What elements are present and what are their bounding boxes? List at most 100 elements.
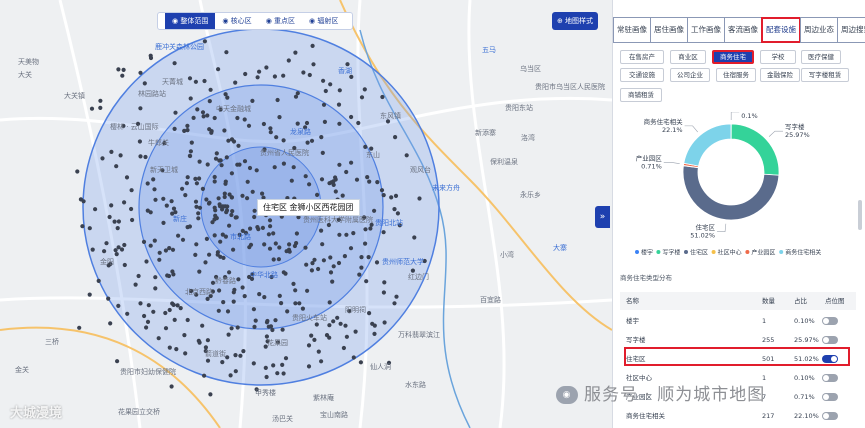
- category-chip[interactable]: 商业区: [670, 50, 706, 64]
- poi-dot: [277, 293, 282, 298]
- donut-slice[interactable]: [682, 165, 780, 221]
- map-place-label: 未来方舟: [432, 184, 460, 192]
- poi-dot: [277, 115, 282, 120]
- poi-dot: [233, 353, 238, 358]
- category-chip[interactable]: 交通设施: [620, 68, 664, 82]
- tab-3[interactable]: 客流画像: [724, 17, 762, 43]
- poi-dot: [287, 242, 292, 247]
- poi-dot: [205, 358, 211, 363]
- map-place-label: 贵州医科大学附属医院: [303, 216, 373, 224]
- map-style-button[interactable]: ⊕ 地图样式: [552, 12, 598, 30]
- poi-dot: [301, 70, 306, 75]
- legend-label[interactable]: 楼宇: [641, 249, 653, 257]
- range-mode-3[interactable]: ◉ 辐射区: [302, 13, 345, 29]
- poi-dot: [337, 232, 342, 237]
- category-chip[interactable]: 金融保险: [760, 68, 800, 82]
- poi-dot: [223, 181, 228, 186]
- row-count: 1: [762, 317, 767, 325]
- map-place-label: 汤巴关: [272, 415, 293, 423]
- poi-dot: [367, 179, 372, 184]
- poi-dot: [193, 252, 198, 257]
- range-mode-2[interactable]: ◉ 重点区: [259, 13, 302, 29]
- poi-dot: [238, 353, 243, 358]
- point-map-toggle[interactable]: [822, 393, 838, 401]
- slice-label: 51.02%: [690, 232, 715, 240]
- slice-label: 住宅区: [696, 223, 716, 232]
- category-chip[interactable]: 学校: [760, 50, 796, 64]
- map-place-label: 东风镇: [380, 112, 401, 120]
- legend-label[interactable]: 商务住宅相关: [785, 249, 821, 257]
- poi-dot: [93, 207, 98, 212]
- legend-label[interactable]: 写字楼: [662, 249, 680, 257]
- legend-label[interactable]: 住宅区: [690, 249, 708, 257]
- poi-dot: [194, 242, 199, 247]
- category-chip[interactable]: 商铺租赁: [620, 88, 662, 102]
- donut-slice[interactable]: [683, 123, 732, 167]
- point-map-toggle[interactable]: [822, 336, 838, 344]
- poi-dot: [306, 364, 312, 369]
- tab-5[interactable]: 周边业态: [800, 17, 838, 43]
- point-map-toggle[interactable]: [822, 317, 838, 325]
- tab-1[interactable]: 居住画像: [650, 17, 688, 43]
- tab-4[interactable]: 配套设施: [761, 17, 801, 43]
- range-mode-bar: ◉ 整体范围 ◉ 核心区 ◉ 重点区 ◉ 辐射区: [157, 12, 354, 30]
- poi-dot: [227, 223, 232, 228]
- map-place-label: 林园路站: [138, 90, 166, 98]
- category-chip[interactable]: 公司企业: [670, 68, 710, 82]
- category-chip[interactable]: 写字楼租赁: [801, 68, 849, 82]
- poi-dot: [382, 320, 387, 325]
- range-mode-1[interactable]: ◉ 核心区: [215, 13, 258, 29]
- poi-dot: [230, 209, 235, 214]
- collapse-panel-button[interactable]: »: [595, 206, 610, 228]
- point-map-toggle[interactable]: [822, 374, 838, 382]
- map-place-label: 中华北路: [250, 271, 278, 279]
- legend-label[interactable]: 社区中心: [718, 249, 742, 257]
- poi-dot: [306, 343, 312, 348]
- poi-dot: [180, 237, 186, 242]
- tab-0[interactable]: 常驻画像: [613, 17, 651, 43]
- poi-dot: [202, 78, 207, 84]
- map-place-label: 香湖: [338, 67, 352, 75]
- poi-dot: [116, 219, 121, 224]
- point-map-toggle[interactable]: [822, 412, 838, 420]
- poi-dot: [224, 210, 229, 215]
- poi-dot: [240, 193, 245, 198]
- poi-dot: [363, 144, 368, 149]
- poi-dot: [280, 327, 285, 332]
- poi-dot: [215, 252, 220, 257]
- poi-dot: [176, 233, 181, 238]
- poi-dot: [204, 236, 209, 241]
- category-chip[interactable]: 商务住宅: [712, 50, 754, 64]
- category-chip[interactable]: 在售房产: [620, 50, 664, 64]
- legend-label[interactable]: 产业园区: [751, 249, 775, 257]
- poi-dot: [188, 149, 193, 154]
- poi-dot: [340, 193, 345, 198]
- poi-dot: [170, 247, 176, 252]
- map-view[interactable]: 鹿冲关森林公园 天美物 大关 大关镇 林园路站 香湖 天菁城 樱林 · 云山国际 牛郎关 新天卫城…: [0, 0, 612, 428]
- tab-6[interactable]: 周边搜索: [837, 17, 865, 43]
- poi-dot: [380, 94, 385, 100]
- map-place-label: 甲秀楼: [255, 389, 276, 397]
- category-chip[interactable]: 医疗保健: [801, 50, 841, 64]
- poi-dot: [272, 165, 277, 170]
- poi-dot: [281, 371, 286, 376]
- poi-dot: [294, 241, 299, 246]
- donut-slice[interactable]: [730, 123, 780, 176]
- poi-dot: [389, 195, 394, 200]
- poi-dot: [225, 204, 230, 209]
- slice-leader-line: [684, 125, 698, 133]
- poi-dot: [138, 106, 143, 111]
- tab-2[interactable]: 工作画像: [687, 17, 725, 43]
- poi-dot: [381, 193, 386, 198]
- poi-dot: [331, 264, 336, 269]
- poi-dot: [121, 67, 126, 72]
- panel-scrollbar[interactable]: [858, 200, 862, 230]
- range-mode-0[interactable]: ◉ 整体范围: [165, 13, 216, 29]
- poi-dot: [257, 292, 262, 297]
- poi-dot: [174, 347, 179, 352]
- poi-dot: [205, 296, 210, 301]
- poi-dot: [337, 121, 342, 126]
- category-chip[interactable]: 住宿服务: [716, 68, 756, 82]
- poi-dot: [366, 255, 371, 260]
- row-share: 0.10%: [794, 317, 815, 325]
